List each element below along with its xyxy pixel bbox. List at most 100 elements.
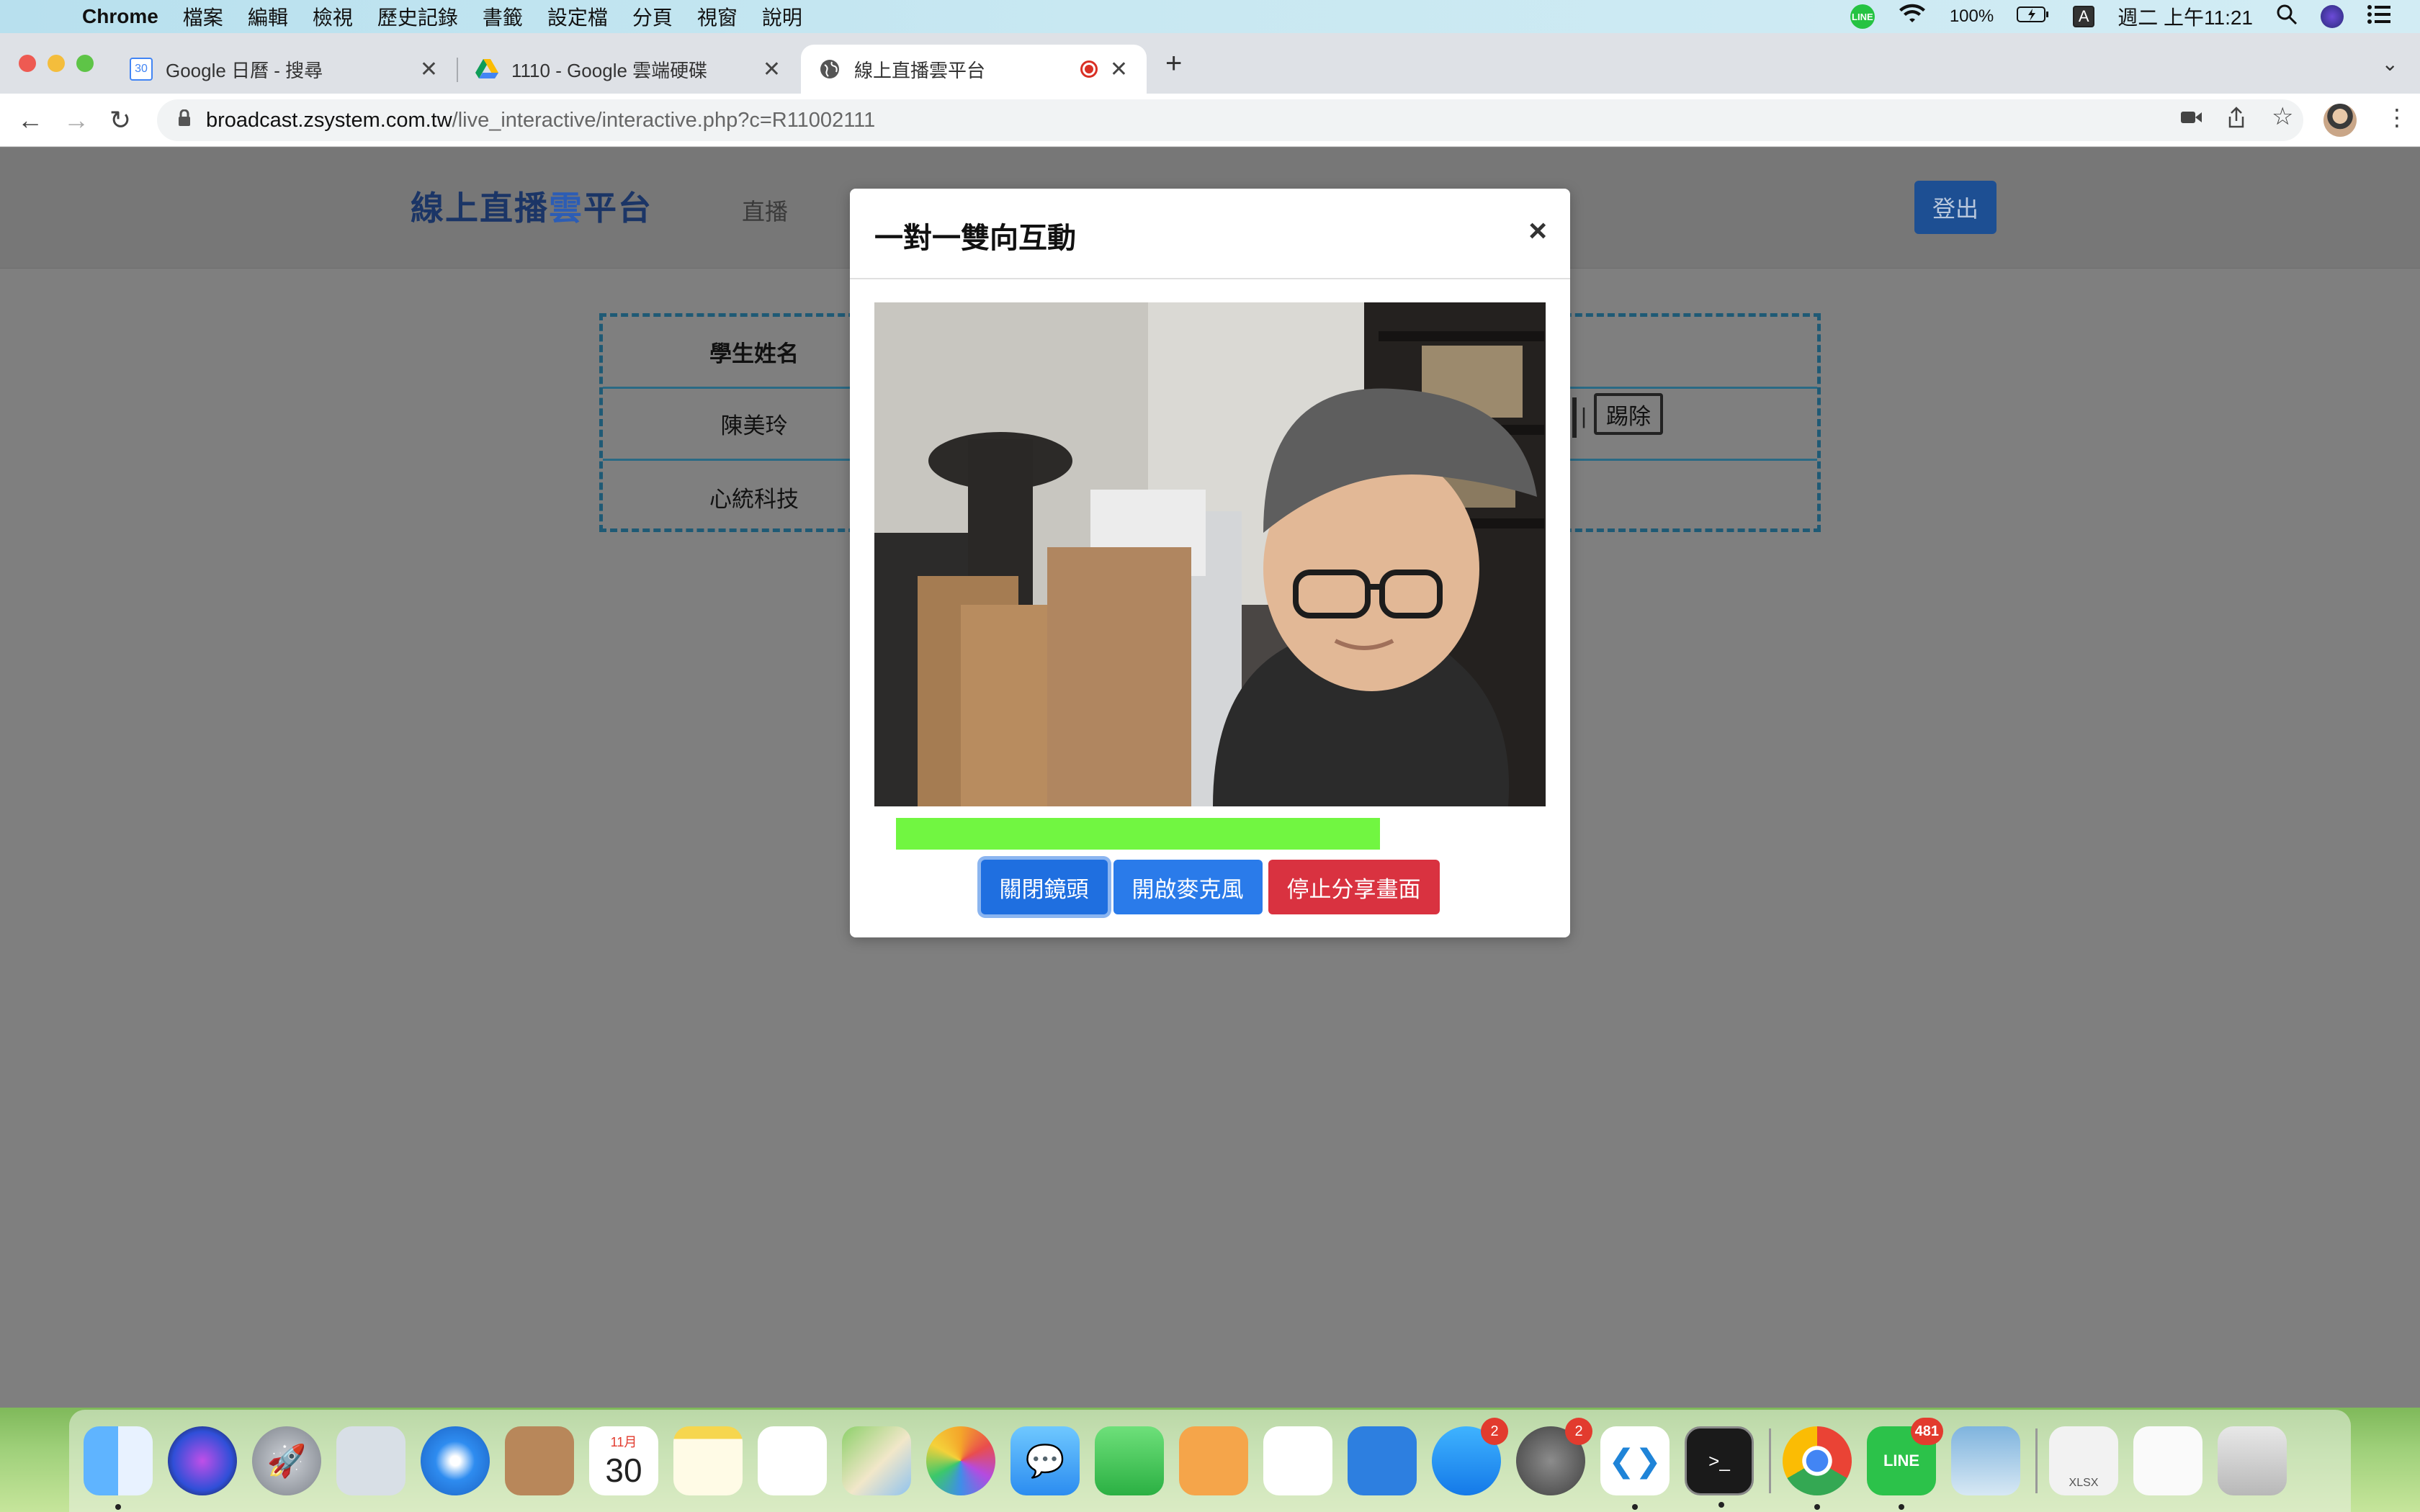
interaction-modal: 一對一雙向互動 × 關閉鏡頭 開啟麥克風 停止分享畫面 [850, 189, 1570, 937]
menu-history[interactable]: 歷史記錄 [377, 2, 458, 31]
line-icon[interactable]: LINE 481 [1867, 1418, 1943, 1510]
more-menu-icon[interactable]: ⋮ [2385, 104, 2408, 131]
menu-bookmarks[interactable]: 書籤 [483, 2, 523, 31]
action-separator: | [1581, 403, 1587, 428]
battery-percent: 100% [1949, 6, 1994, 26]
back-arrow-icon[interactable]: ← [17, 105, 43, 135]
keynote-icon[interactable] [1348, 1426, 1417, 1495]
image-capture-icon[interactable] [1951, 1426, 2020, 1495]
safari-icon[interactable] [421, 1426, 490, 1495]
calendar-month: 11月 [610, 1435, 637, 1449]
menu-help[interactable]: 說明 [762, 2, 802, 31]
system-preferences-icon[interactable]: 2 [1516, 1418, 1592, 1495]
globe-icon [818, 58, 841, 81]
dock-separator [2035, 1428, 2038, 1493]
forward-arrow-icon[interactable]: → [63, 105, 89, 135]
webcam-frame-illustration [874, 302, 1546, 806]
line-badge: 481 [1910, 1418, 1943, 1445]
contacts-icon[interactable] [505, 1426, 574, 1495]
bookmark-star-icon[interactable]: ☆ [2272, 102, 2293, 131]
running-indicator [1899, 1504, 1904, 1510]
document-file-icon[interactable] [2133, 1426, 2202, 1495]
reload-icon[interactable]: ↻ [109, 105, 131, 135]
menu-tab[interactable]: 分頁 [632, 2, 673, 31]
line-status-icon[interactable]: LINE [1850, 4, 1875, 29]
camera-off-button[interactable]: 關閉鏡頭 [980, 860, 1108, 914]
tab-title: Google 日曆 - 搜尋 [166, 59, 323, 81]
close-icon[interactable]: ✕ [420, 57, 438, 82]
siri-icon[interactable] [2321, 5, 2344, 28]
webcam-video [874, 302, 1546, 806]
running-indicator [1632, 1504, 1638, 1510]
window-zoom-button[interactable] [76, 55, 94, 72]
stop-share-button[interactable]: 停止分享畫面 [1268, 860, 1440, 914]
modal-close-button[interactable]: × [1528, 213, 1547, 249]
calendar-icon[interactable]: 11月 30 [589, 1426, 658, 1495]
preview-icon[interactable] [336, 1426, 405, 1495]
drive-icon [475, 58, 498, 81]
menu-window[interactable]: 視窗 [697, 2, 738, 31]
reminders-icon[interactable] [758, 1426, 827, 1495]
app-store-icon[interactable]: 2 [1432, 1418, 1508, 1495]
mic-on-button[interactable]: 開啟麥克風 [1113, 860, 1263, 914]
line-label: LINE [1883, 1452, 1920, 1470]
input-method-icon[interactable]: A [2073, 6, 2095, 27]
camera-in-use-icon[interactable] [2181, 107, 2202, 131]
tab-search-chevron-icon[interactable]: ⌄ [2382, 52, 2398, 76]
lock-icon[interactable] [177, 109, 192, 132]
terminal-icon[interactable]: >_ [1685, 1426, 1754, 1508]
maps-icon[interactable] [842, 1426, 911, 1495]
menu-profiles[interactable]: 設定檔 [547, 2, 608, 31]
photos-icon[interactable] [926, 1426, 995, 1495]
chrome-icon[interactable] [1783, 1426, 1852, 1510]
modal-header: 一對一雙向互動 × [850, 189, 1570, 279]
address-bar[interactable]: broadcast.zsystem.com.tw/live_interactiv… [157, 99, 2303, 141]
control-center-icon[interactable] [2367, 4, 2391, 30]
share-icon[interactable] [2227, 107, 2246, 134]
spotlight-search-icon[interactable] [2276, 4, 2298, 30]
window-minimize-button[interactable] [48, 55, 65, 72]
tab-title: 線上直播雲平台 [854, 59, 986, 81]
wifi-icon[interactable] [1898, 4, 1927, 30]
logout-button[interactable]: 登出 [1914, 181, 1996, 234]
window-close-button[interactable] [19, 55, 36, 72]
menu-clock[interactable]: 週二 上午11:21 [2118, 2, 2253, 31]
browser-tab-strip: 30 Google 日曆 - 搜尋 ✕ 1110 - Google 雲端硬碟 ✕… [0, 33, 2420, 94]
battery-icon[interactable] [2017, 5, 2050, 28]
close-icon[interactable]: ✕ [763, 57, 781, 82]
tab-google-calendar[interactable]: 30 Google 日曆 - 搜尋 ✕ [112, 45, 457, 94]
vscode-icon[interactable]: ❮❯ [1600, 1426, 1670, 1510]
macos-dock: 🚀 11月 30 💬 2 2 ❮❯ >_ LINE 481 XLSX [69, 1410, 2351, 1512]
system-preferences-badge: 2 [1565, 1418, 1592, 1445]
trash-icon[interactable] [2218, 1426, 2287, 1495]
tab-live-platform[interactable]: 線上直播雲平台 ✕ [801, 45, 1147, 94]
profile-avatar[interactable] [2323, 104, 2357, 137]
notes-icon[interactable] [673, 1426, 743, 1495]
running-indicator [115, 1504, 121, 1510]
close-icon[interactable]: ✕ [1110, 57, 1128, 82]
macos-menu-bar: Chrome 檔案 編輯 檢視 歷史記錄 書籤 設定檔 分頁 視窗 說明 LIN… [0, 0, 2420, 33]
numbers-icon[interactable] [1263, 1426, 1332, 1495]
modal-actions: 關閉鏡頭 開啟麥克風 停止分享畫面 [850, 860, 1570, 914]
pages-icon[interactable] [1179, 1426, 1248, 1495]
site-brand[interactable]: 線上直播雲平台 [411, 182, 653, 230]
spreadsheet-file-icon[interactable]: XLSX [2049, 1426, 2118, 1495]
url-host: broadcast.zsystem.com.tw [206, 108, 452, 132]
finder-icon[interactable] [84, 1426, 153, 1510]
hidden-button-edge [1572, 397, 1577, 438]
siri-icon[interactable] [168, 1426, 237, 1495]
launchpad-icon[interactable]: 🚀 [252, 1426, 321, 1495]
new-tab-plus-icon[interactable]: + [1165, 48, 1182, 80]
calendar-icon: 30 [130, 58, 153, 81]
menu-edit[interactable]: 編輯 [248, 2, 288, 31]
menu-view[interactable]: 檢視 [313, 2, 353, 31]
tab-google-drive[interactable]: 1110 - Google 雲端硬碟 ✕ [458, 45, 799, 94]
messages-icon[interactable]: 💬 [1010, 1426, 1080, 1495]
recording-indicator-icon [1080, 60, 1098, 78]
facetime-icon[interactable] [1095, 1426, 1164, 1495]
nav-live-link[interactable]: 直播 [742, 194, 788, 227]
kick-button[interactable]: 踢除 [1594, 393, 1663, 435]
menu-app-name[interactable]: Chrome [82, 5, 158, 28]
calendar-day: 30 [605, 1452, 642, 1489]
menu-file[interactable]: 檔案 [183, 2, 223, 31]
